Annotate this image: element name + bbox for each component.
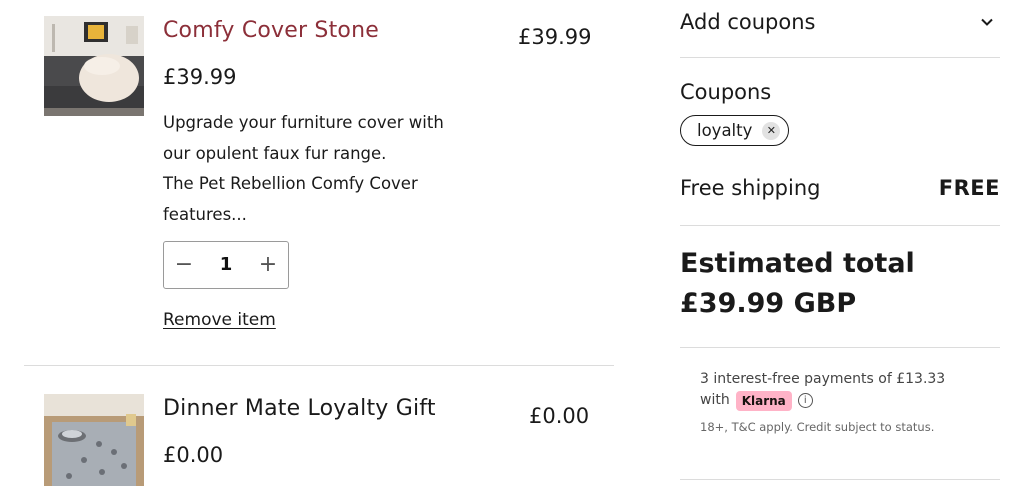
klarna-logo: Klarna [735, 390, 792, 411]
info-icon[interactable]: i [797, 393, 813, 408]
item-description: Upgrade your furniture cover with our op… [163, 108, 493, 230]
increase-quantity-button[interactable]: + [250, 242, 286, 288]
item-title[interactable]: Comfy Cover Stone [163, 18, 379, 43]
item-divider [24, 365, 614, 366]
decrease-quantity-button[interactable]: − [166, 242, 202, 288]
add-coupons-toggle[interactable]: Add coupons [680, 6, 1000, 38]
quantity-value[interactable]: 1 [200, 242, 252, 288]
remove-item-link[interactable]: Remove item [163, 310, 276, 330]
shipping-value: FREE [938, 176, 1000, 200]
coupons-heading: Coupons [680, 80, 772, 104]
product-image-dinner-mate[interactable] [44, 394, 144, 486]
divider [680, 347, 1000, 348]
shipping-row: Free shipping FREE [680, 176, 1000, 200]
item-title[interactable]: Dinner Mate Loyalty Gift [163, 396, 436, 421]
quantity-stepper: − 1 + [163, 241, 289, 289]
description-line: The Pet Rebellion Comfy Cover [163, 174, 418, 193]
description-line: our opulent faux fur range. [163, 143, 387, 163]
divider [680, 479, 1000, 480]
shipping-label: Free shipping [680, 176, 821, 200]
divider [680, 57, 1000, 58]
klarna-with-label: with [700, 392, 730, 408]
klarna-installments-text: 3 interest-free payments of £13.33 [700, 371, 946, 387]
item-line-total: £39.99 [518, 25, 592, 49]
item-unit-price: £39.99 [163, 65, 237, 89]
klarna-message: 3 interest-free payments of £13.33 with … [700, 369, 980, 438]
product-image-comfy-cover[interactable] [44, 16, 144, 116]
estimated-total-value: £39.99 GBP [680, 288, 857, 319]
item-line-total: £0.00 [529, 404, 590, 428]
klarna-line2: with Klarna i [700, 390, 980, 411]
chevron-down-icon [981, 18, 993, 26]
divider [680, 225, 1000, 226]
applied-coupon-chip: loyalty ✕ [680, 115, 790, 146]
description-line: features... [163, 204, 247, 224]
close-icon[interactable]: ✕ [762, 121, 781, 140]
estimated-total-label: Estimated total [680, 248, 915, 279]
description-line: Upgrade your furniture cover with [163, 113, 444, 132]
add-coupons-label: Add coupons [680, 10, 816, 34]
klarna-fine-print: 18+, T&C apply. Credit subject to status… [700, 420, 935, 434]
cart-items: Comfy Cover Stone £39.99 £39.99 Upgrade … [0, 0, 620, 486]
item-unit-price: £0.00 [163, 443, 224, 467]
coupon-code: loyalty [697, 121, 753, 140]
